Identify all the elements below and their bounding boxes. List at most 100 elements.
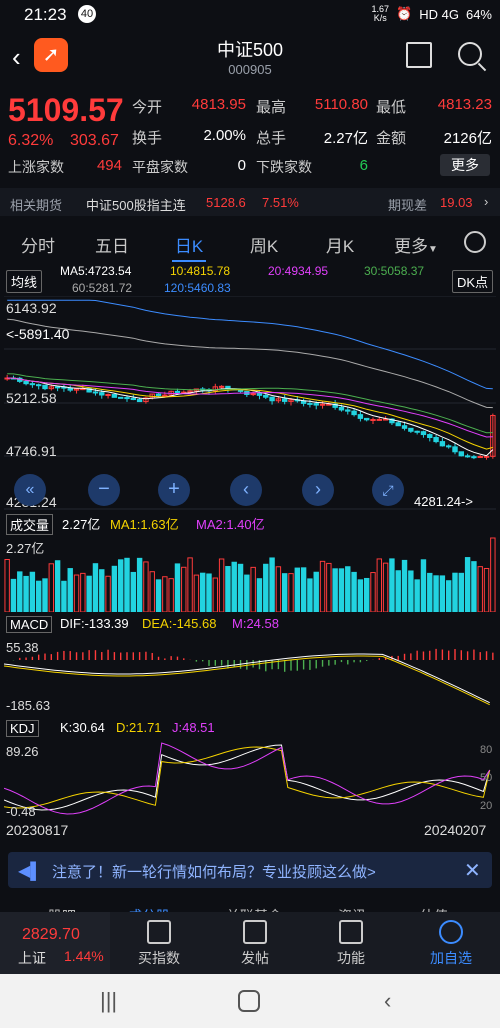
volume-bar	[212, 577, 219, 612]
grid-icon	[339, 920, 363, 944]
volume-indicator-button[interactable]: 成交量	[6, 514, 54, 535]
fullscreen-icon[interactable]: ⤢	[372, 474, 404, 506]
plus-circle-icon	[439, 920, 463, 944]
volume-bar	[427, 572, 433, 612]
functions-label: 功能	[337, 950, 365, 966]
zoom-in-icon[interactable]: +	[158, 474, 190, 506]
volume-bar	[237, 563, 244, 612]
post-button[interactable]: 发帖	[210, 916, 300, 968]
tab-five-day[interactable]: 五日	[82, 232, 142, 257]
volume-bar	[414, 579, 420, 612]
back-arrow-icon[interactable]: ‹	[12, 42, 21, 73]
functions-button[interactable]: 功能	[306, 916, 396, 968]
up-count-label: 上涨家数	[8, 159, 64, 175]
tab-intraday[interactable]: 分时	[8, 232, 68, 257]
kdj-indicator-button[interactable]: KDJ	[6, 720, 39, 737]
volume-bar	[29, 571, 36, 612]
recent-apps-icon[interactable]: |||	[100, 988, 117, 1014]
volume-bar	[111, 565, 118, 612]
volume-bar	[351, 571, 357, 612]
network-speed: 1.67 K/s	[371, 4, 390, 23]
volume-current: 2.27亿	[62, 517, 101, 532]
home-icon[interactable]	[238, 990, 260, 1012]
pan-right-icon[interactable]: ›	[302, 474, 334, 506]
clock: 21:23	[24, 5, 67, 24]
pan-left-icon[interactable]: ‹	[230, 474, 262, 506]
y-axis-low: 4746.91	[6, 443, 57, 459]
buy-index-button[interactable]: 买指数	[114, 916, 204, 968]
candle-body	[130, 397, 137, 401]
gear-icon[interactable]	[464, 231, 486, 253]
volume-axis-top: 2.27亿	[6, 541, 45, 556]
amount-label: 金额	[376, 130, 407, 147]
more-button[interactable]: 更多	[440, 154, 490, 176]
tab-weekly-k[interactable]: 周K	[234, 232, 294, 257]
candle-body	[67, 387, 73, 391]
futures-name: 中证500股指主连	[86, 198, 186, 213]
volume-bar	[471, 561, 477, 612]
volume-bar	[332, 568, 338, 612]
ma-toggle-button[interactable]: 均线	[6, 270, 43, 293]
dk-point-button[interactable]: DK点	[452, 270, 494, 293]
candle-body	[105, 394, 111, 397]
volume-bar	[389, 558, 395, 612]
zoom-out-icon[interactable]: −	[88, 474, 120, 506]
status-icons: 1.67 K/s ⏰ HD 4G 64%	[372, 5, 492, 23]
date-end: 20240207	[424, 822, 487, 838]
add-watchlist-button[interactable]: 加自选	[406, 916, 496, 968]
volume-bar	[42, 578, 48, 612]
page-title: 中证500	[216, 40, 284, 60]
volume-bar	[250, 566, 256, 612]
volume-chart[interactable]	[4, 534, 496, 612]
ma5-legend: MA5:4723.54	[60, 264, 132, 278]
date-start: 20230817	[6, 822, 69, 838]
ma20-legend: 20:4934.95	[268, 264, 329, 278]
index-ticker[interactable]: 2829.70 上证 1.44%	[0, 912, 110, 974]
candle-body	[477, 456, 483, 459]
candle-body	[439, 441, 446, 447]
volume-label: 总手	[256, 130, 287, 147]
volume-bar	[61, 580, 67, 612]
share-icon[interactable]	[406, 42, 432, 68]
macd-indicator-button[interactable]: MACD	[6, 616, 53, 633]
low-marker: 4281.24->	[414, 494, 473, 509]
volume-bar	[357, 579, 364, 612]
volume-bar	[445, 580, 452, 612]
volume-bar	[275, 566, 282, 612]
rewind-icon[interactable]: «	[14, 474, 46, 506]
change-percent: 6.32%	[8, 132, 54, 149]
app-header: ‹ ➚ 中证500 000905	[0, 30, 500, 90]
index-name: 上证	[18, 950, 46, 966]
candle-body	[218, 385, 225, 388]
kdj-chart[interactable]	[4, 740, 496, 818]
volume-bar	[294, 567, 301, 612]
flat-count: 0	[237, 157, 246, 174]
volume-bar	[439, 575, 446, 612]
kdj-axis-top: 89.26	[6, 744, 39, 759]
volume-bar	[420, 559, 427, 612]
volume-bar	[99, 569, 105, 612]
volume-bar	[117, 559, 124, 612]
notice-banner[interactable]: ◀▌ 注意了！新一轮行情如何布局？专业投顾这么做> ✕	[8, 852, 492, 888]
volume-bar	[149, 571, 155, 612]
volume-bar	[73, 574, 80, 612]
search-icon[interactable]	[458, 42, 482, 66]
volume-bar	[338, 568, 345, 612]
spread-value: 19.03	[440, 195, 473, 210]
kdj-k: K:30.64	[60, 720, 105, 735]
index-value: 2829.70	[22, 926, 80, 943]
tab-more[interactable]: 更多▼	[386, 232, 446, 257]
notice-text[interactable]: 注意了！新一轮行情如何布局？专业投顾这么做>	[52, 861, 376, 882]
macd-chart[interactable]	[4, 636, 496, 714]
close-icon[interactable]: ✕	[464, 858, 481, 883]
candle-body	[117, 396, 124, 399]
volume-bar	[206, 573, 212, 612]
candle-body	[464, 455, 471, 458]
candle-body	[162, 394, 168, 397]
macd-m: M:24.58	[232, 616, 279, 631]
tab-daily-k[interactable]: 日K	[159, 232, 219, 257]
caret-down-icon: ▼	[428, 244, 438, 255]
related-futures-bar[interactable]: 相关期货 中证500股指主连 5128.6 7.51% 期现差 19.03 ›	[0, 188, 500, 216]
back-icon[interactable]: ‹	[384, 988, 391, 1014]
tab-monthly-k[interactable]: 月K	[310, 232, 370, 257]
